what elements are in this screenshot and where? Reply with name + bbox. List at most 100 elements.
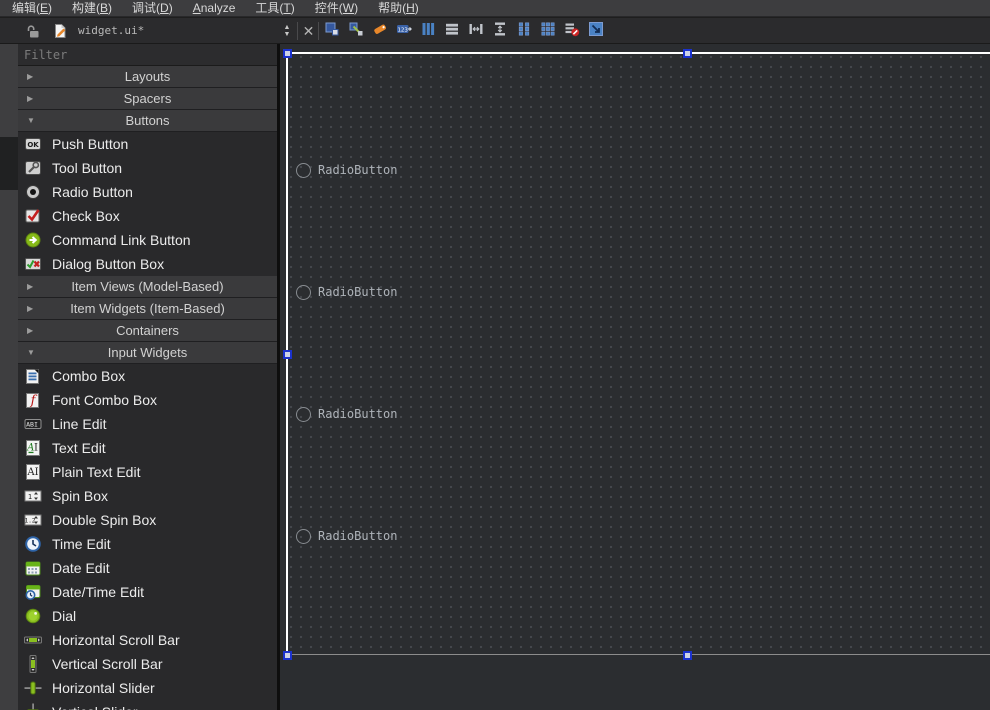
layout-horizontal-icon: [420, 21, 436, 42]
combo-box-icon: [24, 367, 42, 385]
edit-signals-slots-button[interactable]: [344, 18, 368, 44]
layout-vertical-icon: [444, 21, 460, 42]
form-editor-canvas[interactable]: RadioButton RadioButton RadioButton RadioBu…: [280, 44, 990, 710]
svg-text:I: I: [34, 443, 38, 454]
edit-widgets-icon: [324, 21, 340, 42]
command-link-button-icon: [24, 231, 42, 249]
menu-mnemonic: W: [343, 1, 354, 15]
edit-tab-order-button[interactable]: 123: [392, 18, 416, 44]
menu-item-3[interactable]: Analyze: [183, 0, 246, 17]
menu-label-pre: 工具(: [255, 1, 283, 15]
menu-label-pre: 控件(: [315, 1, 343, 15]
chevron-right-icon: ▶: [27, 326, 41, 335]
category-input-widgets[interactable]: ▼Input Widgets: [18, 342, 277, 364]
widget-item-dial[interactable]: Dial: [18, 604, 277, 628]
widget-item-command-link-button[interactable]: Command Link Button: [18, 228, 277, 252]
selection-handle-1[interactable]: [683, 49, 692, 58]
widget-item-label: Command Link Button: [52, 232, 191, 248]
form-radio-button-1[interactable]: RadioButton: [296, 160, 397, 180]
layout-splitter-vertical-icon: [492, 21, 508, 42]
menu-label-post: ): [291, 1, 295, 15]
widget-item-label: Date Edit: [52, 560, 110, 576]
widget-item-dialog-button-box[interactable]: Dialog Button Box: [18, 252, 277, 276]
widget-item-double-spin-box[interactable]: 1.2Double Spin Box: [18, 508, 277, 532]
widget-item-radio-button[interactable]: Radio Button: [18, 180, 277, 204]
selection-handle-2[interactable]: [283, 350, 292, 359]
category-item-widgets-item-based-[interactable]: ▶Item Widgets (Item-Based): [18, 298, 277, 320]
widget-item-font-combo-box[interactable]: fFont Combo Box: [18, 388, 277, 412]
form-surface[interactable]: RadioButton RadioButton RadioButton RadioBu…: [287, 53, 990, 655]
widget-item-check-box[interactable]: Check Box: [18, 204, 277, 228]
edit-buddies-button[interactable]: [368, 18, 392, 44]
widget-item-time-edit[interactable]: Time Edit: [18, 532, 277, 556]
selection-handle-0[interactable]: [283, 49, 292, 58]
widget-item-label: Dialog Button Box: [52, 256, 164, 272]
layout-grid-button[interactable]: [536, 18, 560, 44]
widget-item-line-edit[interactable]: ABILine Edit: [18, 412, 277, 436]
layout-vertical-button[interactable]: [440, 18, 464, 44]
document-switcher-spinner[interactable]: ▲▼: [280, 22, 294, 40]
widget-item-combo-box[interactable]: Combo Box: [18, 364, 277, 388]
radio-button-text: RadioButton: [318, 163, 397, 177]
edit-widgets-button[interactable]: [320, 18, 344, 44]
break-layout-button[interactable]: [560, 18, 584, 44]
menu-item-2[interactable]: 调试(D): [122, 0, 183, 17]
category-item-views-model-based-[interactable]: ▶Item Views (Model-Based): [18, 276, 277, 298]
layout-horizontal-button[interactable]: [416, 18, 440, 44]
category-layouts[interactable]: ▶Layouts: [18, 66, 277, 88]
widget-item-datetime-edit[interactable]: Date/Time Edit: [18, 580, 277, 604]
category-label: Buttons: [41, 113, 254, 128]
widget-item-date-edit[interactable]: Date Edit: [18, 556, 277, 580]
widget-item-plain-text-edit[interactable]: AIPlain Text Edit: [18, 460, 277, 484]
adjust-size-icon: [588, 21, 604, 42]
widget-filter-input[interactable]: [18, 44, 277, 65]
plain-text-edit-icon: AI: [24, 463, 42, 481]
widget-item-vertical-scroll-bar[interactable]: Vertical Scroll Bar: [18, 652, 277, 676]
menu-bar: 编辑(E)构建(B)调试(D)Analyze工具(T)控件(W)帮助(H): [0, 0, 990, 17]
radio-circle-icon: [296, 529, 311, 544]
widget-item-vertical-slider[interactable]: Vertical Slider: [18, 700, 277, 710]
widget-box-list: ▶Layouts▶Spacers▼ButtonsOKPush ButtonToo…: [18, 66, 277, 710]
form-radio-button-3[interactable]: RadioButton: [296, 404, 397, 424]
radio-circle-icon: [296, 407, 311, 422]
layout-form-button[interactable]: [512, 18, 536, 44]
widget-item-horizontal-scroll-bar[interactable]: Horizontal Scroll Bar: [18, 628, 277, 652]
adjust-size-button[interactable]: [584, 18, 608, 44]
menu-item-0[interactable]: 编辑(E): [2, 0, 62, 17]
vertical-scroll-bar-icon: [24, 655, 42, 673]
category-label: Item Views (Model-Based): [41, 279, 254, 294]
widget-item-tool-button[interactable]: Tool Button: [18, 156, 277, 180]
menu-mnemonic: E: [40, 1, 48, 15]
push-button-icon: OK: [24, 135, 42, 153]
double-spin-box-icon: 1.2: [24, 511, 42, 529]
menu-item-6[interactable]: 帮助(H): [368, 0, 429, 17]
menu-item-4[interactable]: 工具(T): [245, 0, 304, 17]
layout-splitter-vertical-button[interactable]: [488, 18, 512, 44]
category-spacers[interactable]: ▶Spacers: [18, 88, 277, 110]
menu-item-5[interactable]: 控件(W): [305, 0, 368, 17]
selection-handle-4[interactable]: [683, 651, 692, 660]
category-containers[interactable]: ▶Containers: [18, 320, 277, 342]
radio-button-text: RadioButton: [318, 407, 397, 421]
widget-item-push-button[interactable]: OKPush Button: [18, 132, 277, 156]
widget-item-spin-box[interactable]: 1Spin Box: [18, 484, 277, 508]
svg-text:123: 123: [397, 27, 408, 33]
widget-item-label: Vertical Slider: [52, 704, 138, 710]
font-combo-box-icon: f: [24, 391, 42, 409]
widget-item-label: Spin Box: [52, 488, 108, 504]
widget-item-text-edit[interactable]: AIText Edit: [18, 436, 277, 460]
widget-item-horizontal-slider[interactable]: Horizontal Slider: [18, 676, 277, 700]
form-radio-button-2[interactable]: RadioButton: [296, 282, 397, 302]
category-buttons[interactable]: ▼Buttons: [18, 110, 277, 132]
selection-handle-3[interactable]: [283, 651, 292, 660]
edit-document-icon[interactable]: [50, 21, 70, 41]
close-document-button[interactable]: ✕: [300, 18, 317, 44]
unlock-icon[interactable]: [23, 21, 43, 41]
layout-splitter-horizontal-button[interactable]: [464, 18, 488, 44]
menu-item-1[interactable]: 构建(B): [62, 0, 122, 17]
form-radio-button-4[interactable]: RadioButton: [296, 526, 397, 546]
check-box-icon: [24, 207, 42, 225]
radio-circle-icon: [296, 163, 311, 178]
editor-toolbar: widget.ui* ▲▼ ✕ 123: [0, 18, 990, 44]
category-label: Input Widgets: [41, 345, 254, 360]
